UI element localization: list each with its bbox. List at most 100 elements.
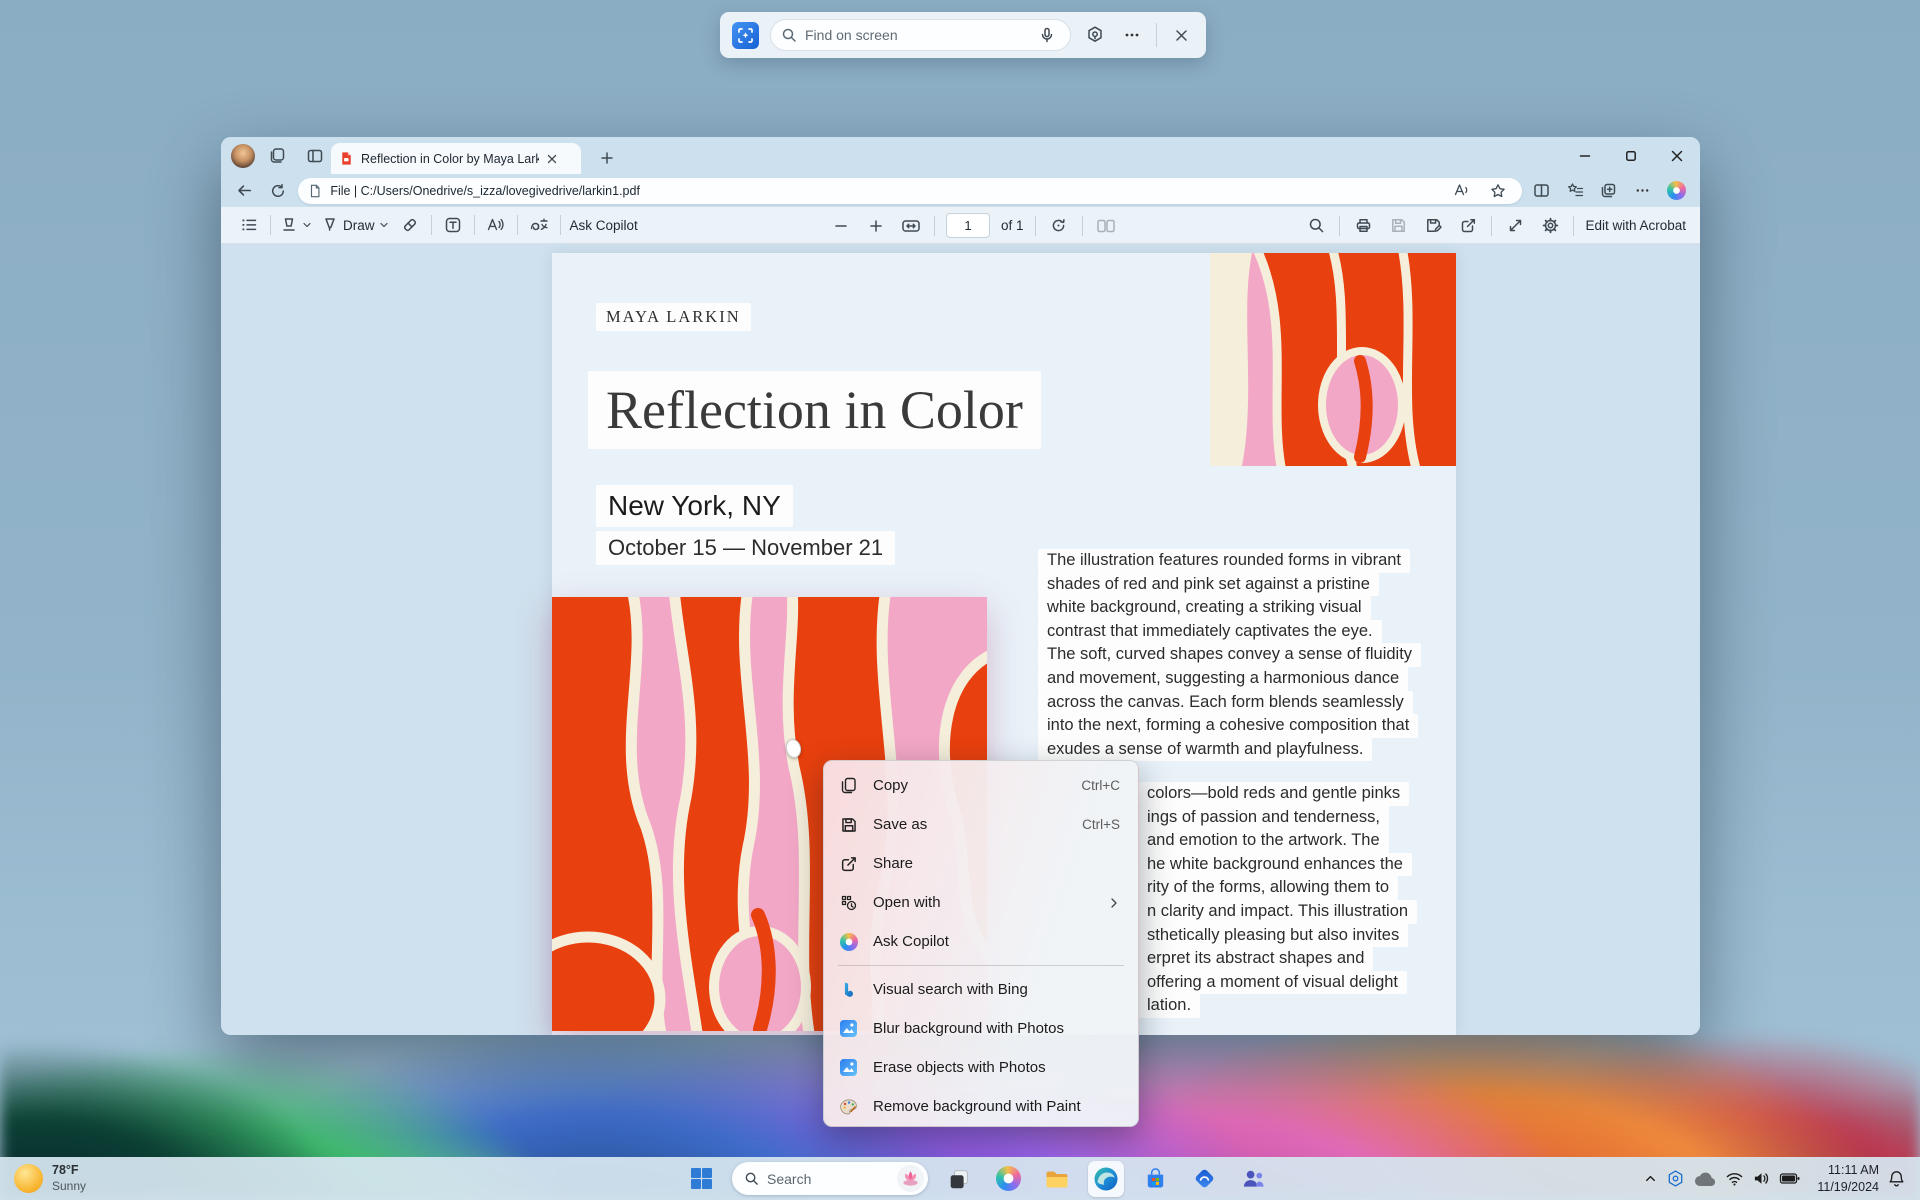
microsoft-store-icon[interactable] <box>1137 1161 1173 1197</box>
microsoft-365-app-icon[interactable] <box>1186 1161 1222 1197</box>
tab-close-icon[interactable] <box>546 153 558 165</box>
share-icon[interactable] <box>1456 212 1480 240</box>
menu-item-copy[interactable]: Copy Ctrl+C <box>828 766 1134 805</box>
eraser-icon[interactable] <box>398 211 422 239</box>
table-of-contents-icon[interactable] <box>237 211 261 239</box>
pdf-text-line: erpret its abstract shapes and <box>1138 947 1373 971</box>
fit-to-width-icon[interactable] <box>899 212 923 240</box>
menu-item-save-as[interactable]: Save as Ctrl+S <box>828 805 1134 844</box>
photos-icon <box>838 1059 859 1076</box>
fullscreen-icon[interactable] <box>1503 212 1527 240</box>
weather-widget[interactable]: 78°F Sunny <box>14 1157 86 1200</box>
wifi-icon[interactable] <box>1725 1170 1744 1187</box>
search-document-icon[interactable] <box>1304 212 1328 240</box>
search-icon <box>781 27 797 43</box>
menu-label: Share <box>873 855 913 872</box>
file-explorer-icon[interactable] <box>1039 1161 1075 1197</box>
split-screen-icon[interactable] <box>1528 178 1556 204</box>
pdf-text-line: contrast that immediately captivates the… <box>1038 620 1382 644</box>
find-input[interactable] <box>805 27 1026 43</box>
settings-more-icon[interactable] <box>1629 178 1657 204</box>
collections-icon[interactable] <box>1595 178 1623 204</box>
read-aloud-toolbar-icon[interactable] <box>484 211 508 239</box>
translate-icon[interactable] <box>527 211 551 239</box>
task-view-button[interactable] <box>941 1161 977 1197</box>
pdf-text-line: sthetically pleasing but also invites <box>1138 924 1408 948</box>
menu-item-open-with[interactable]: Open with <box>828 883 1134 922</box>
taskbar-search[interactable]: Search <box>732 1162 928 1195</box>
battery-icon[interactable] <box>1779 1170 1801 1187</box>
onedrive-icon[interactable] <box>1693 1170 1717 1188</box>
microphone-icon[interactable] <box>1034 22 1060 48</box>
menu-label: Blur background with Photos <box>873 1020 1064 1037</box>
favorites-bar-icon[interactable] <box>1561 178 1589 204</box>
menu-item-blur-background-photos[interactable]: Blur background with Photos <box>828 1009 1134 1048</box>
more-options-icon[interactable] <box>1119 22 1145 48</box>
pdf-text-line: he white background enhances the <box>1138 853 1412 877</box>
close-window-button[interactable] <box>1654 137 1700 174</box>
paragraph-two-partially-covered: colors—bold reds and gentle pinks ings o… <box>1138 782 1417 1018</box>
paint-icon <box>838 1098 859 1116</box>
search-icon <box>744 1171 759 1186</box>
close-icon[interactable] <box>1168 22 1194 48</box>
pdf-text-line: and emotion to the artwork. The <box>1138 829 1389 853</box>
url-field[interactable]: File | C:/Users/Onedrive/s_izza/lovegive… <box>298 178 1521 204</box>
address-bar: File | C:/Users/Onedrive/s_izza/lovegive… <box>221 174 1700 207</box>
copilot-app-icon[interactable] <box>990 1161 1026 1197</box>
copilot-icon[interactable] <box>1662 178 1690 204</box>
save-icon <box>838 816 859 834</box>
highlighter-icon[interactable] <box>280 211 312 239</box>
tray-chevron-up-icon[interactable] <box>1643 1171 1658 1186</box>
pdf-text-line: The illustration features rounded forms … <box>1038 549 1410 573</box>
menu-item-visual-search-bing[interactable]: Visual search with Bing <box>828 970 1134 1009</box>
add-text-icon[interactable] <box>441 211 465 239</box>
new-tab-button[interactable] <box>593 145 621 171</box>
menu-label: Save as <box>873 816 927 833</box>
pdf-toolbar: Draw Ask Copilot 1 of 1 <box>221 207 1700 244</box>
visual-search-app-icon <box>732 22 759 49</box>
workspaces-icon[interactable] <box>261 142 293 170</box>
pdf-settings-gear-icon[interactable] <box>1538 212 1562 240</box>
zoom-in-icon[interactable] <box>864 212 888 240</box>
minimize-button[interactable] <box>1562 137 1608 174</box>
find-on-screen-field[interactable] <box>770 19 1071 51</box>
edge-browser-icon[interactable] <box>1088 1161 1124 1197</box>
start-button[interactable] <box>683 1161 719 1197</box>
clock-time: 11:11 AM <box>1817 1162 1879 1178</box>
save-as-icon[interactable] <box>1421 212 1445 240</box>
divider <box>1156 23 1157 47</box>
refresh-icon[interactable] <box>265 178 293 204</box>
favorite-star-icon[interactable] <box>1484 178 1512 204</box>
profile-avatar[interactable] <box>231 144 255 168</box>
pdf-text-line: and movement, suggesting a harmonious da… <box>1038 667 1408 691</box>
menu-item-erase-objects-photos[interactable]: Erase objects with Photos <box>828 1048 1134 1087</box>
page-number-input[interactable]: 1 <box>946 213 990 238</box>
copilot-vision-icon[interactable] <box>1082 22 1108 48</box>
volume-icon[interactable] <box>1752 1170 1771 1187</box>
page-count-label: of 1 <box>1001 218 1024 233</box>
windows-studio-effects-icon[interactable] <box>1666 1169 1685 1188</box>
browser-tab[interactable]: Reflection in Color by Maya Larki <box>331 143 581 174</box>
print-icon[interactable] <box>1351 212 1375 240</box>
draw-label: Draw <box>343 218 375 233</box>
notifications-bell-icon[interactable] <box>1887 1169 1906 1188</box>
ask-copilot-button[interactable]: Ask Copilot <box>570 211 638 239</box>
edit-with-acrobat-button[interactable]: Edit with Acrobat <box>1585 212 1686 240</box>
menu-separator <box>838 965 1124 966</box>
maximize-button[interactable] <box>1608 137 1654 174</box>
menu-item-remove-background-paint[interactable]: Remove background with Paint <box>828 1087 1134 1126</box>
menu-item-ask-copilot[interactable]: Ask Copilot <box>828 922 1134 961</box>
pdf-text-line: ings of passion and tenderness, <box>1138 806 1389 830</box>
back-icon[interactable] <box>231 178 259 204</box>
edit-with-acrobat-label: Edit with Acrobat <box>1585 218 1686 233</box>
read-aloud-icon[interactable] <box>1448 178 1476 204</box>
teams-icon[interactable] <box>1235 1161 1271 1197</box>
tab-actions-icon[interactable] <box>299 142 331 170</box>
rotate-icon[interactable] <box>1047 212 1071 240</box>
zoom-out-icon[interactable] <box>829 212 853 240</box>
clock[interactable]: 11:11 AM 11/19/2024 <box>1817 1162 1879 1195</box>
pdf-text-line: lation. <box>1138 994 1200 1018</box>
menu-item-share[interactable]: Share <box>828 844 1134 883</box>
draw-pen-icon[interactable]: Draw <box>321 211 389 239</box>
artwork-thumbnail[interactable] <box>1210 253 1456 466</box>
